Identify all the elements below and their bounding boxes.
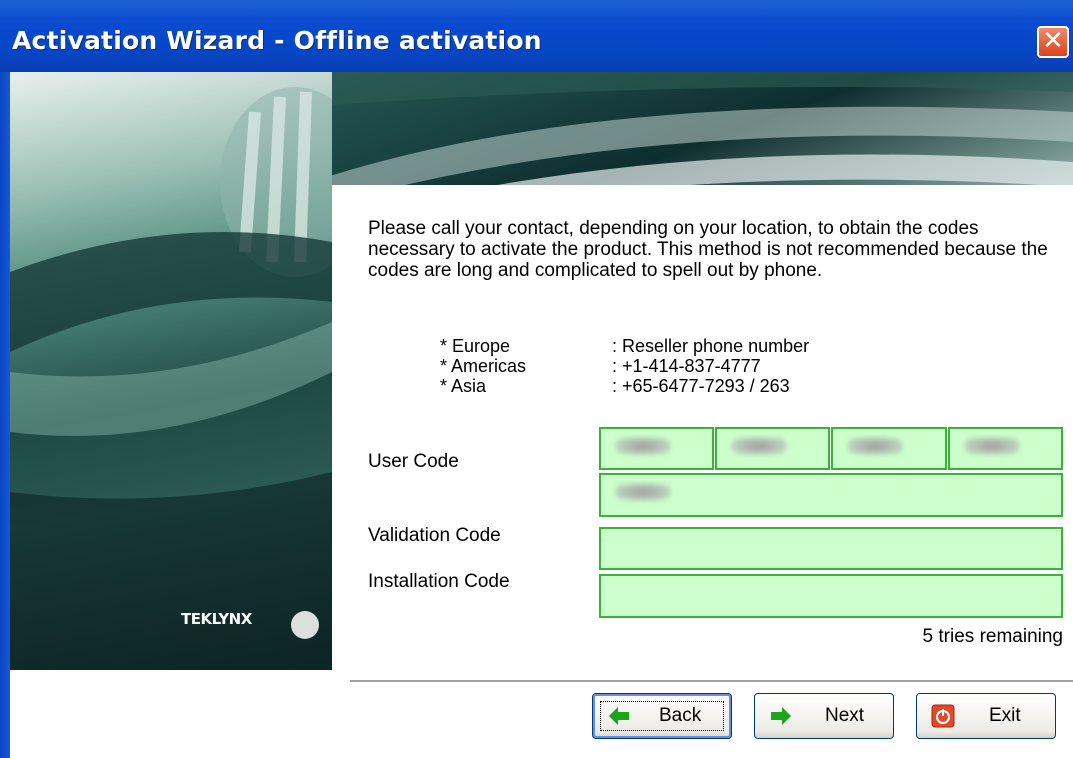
user-code-part-1[interactable]: [599, 427, 714, 470]
redacted-value: [615, 437, 671, 455]
user-code-part-5[interactable]: [599, 473, 1063, 517]
contact-region: * Europe: [440, 336, 511, 356]
activation-wizard-window: Activation Wizard - Offline activation ✕: [0, 0, 1073, 758]
footer-separator: [350, 680, 1073, 683]
teklynx-logo-icon: [291, 611, 319, 639]
exit-button[interactable]: Exit: [916, 693, 1056, 739]
sidebar-art: [10, 87, 332, 670]
contact-region: * Asia: [440, 376, 487, 396]
sidebar-art-panel: [10, 72, 332, 670]
redacted-value: [731, 437, 787, 455]
validation-code-label: Validation Code: [368, 525, 501, 546]
redacted-value: [615, 483, 671, 501]
redacted-value: [964, 437, 1020, 455]
contact-number: : Reseller phone number: [612, 336, 810, 356]
redacted-value: [847, 437, 903, 455]
instructions-text: Please call your contact, depending on y…: [368, 218, 1048, 281]
tries-remaining-text: 5 tries remaining: [922, 626, 1063, 647]
validation-code-field[interactable]: [599, 527, 1063, 570]
window-title: Activation Wizard - Offline activation: [12, 26, 542, 55]
power-icon: [931, 704, 955, 728]
back-button[interactable]: Back: [592, 693, 732, 739]
title-bar: Activation Wizard - Offline activation ✕: [0, 0, 1073, 72]
left-arrow-icon: [609, 707, 629, 725]
exit-button-label: Exit: [989, 705, 1021, 726]
contact-number: : +65-6477-7293 / 263: [612, 376, 790, 396]
user-code-part-2[interactable]: [715, 427, 830, 470]
contact-region: * Americas: [440, 356, 527, 376]
window-frame-left: [0, 72, 10, 758]
user-code-part-3[interactable]: [831, 427, 947, 470]
close-icon: ✕: [1042, 26, 1064, 56]
right-arrow-icon: [771, 707, 791, 725]
contact-number: : +1-414-837-4777: [612, 356, 761, 376]
user-code-part-4[interactable]: [948, 427, 1063, 470]
teklynx-logo: TEKLYNX: [181, 610, 252, 628]
installation-code-field[interactable]: [599, 574, 1063, 618]
user-code-label: User Code: [368, 451, 459, 472]
back-button-label: Back: [659, 705, 702, 726]
sidebar-footer-blank: [10, 670, 332, 758]
next-button-label: Next: [825, 705, 865, 726]
close-button[interactable]: ✕: [1037, 26, 1069, 58]
next-button[interactable]: Next: [754, 693, 894, 739]
installation-code-label: Installation Code: [368, 571, 510, 592]
